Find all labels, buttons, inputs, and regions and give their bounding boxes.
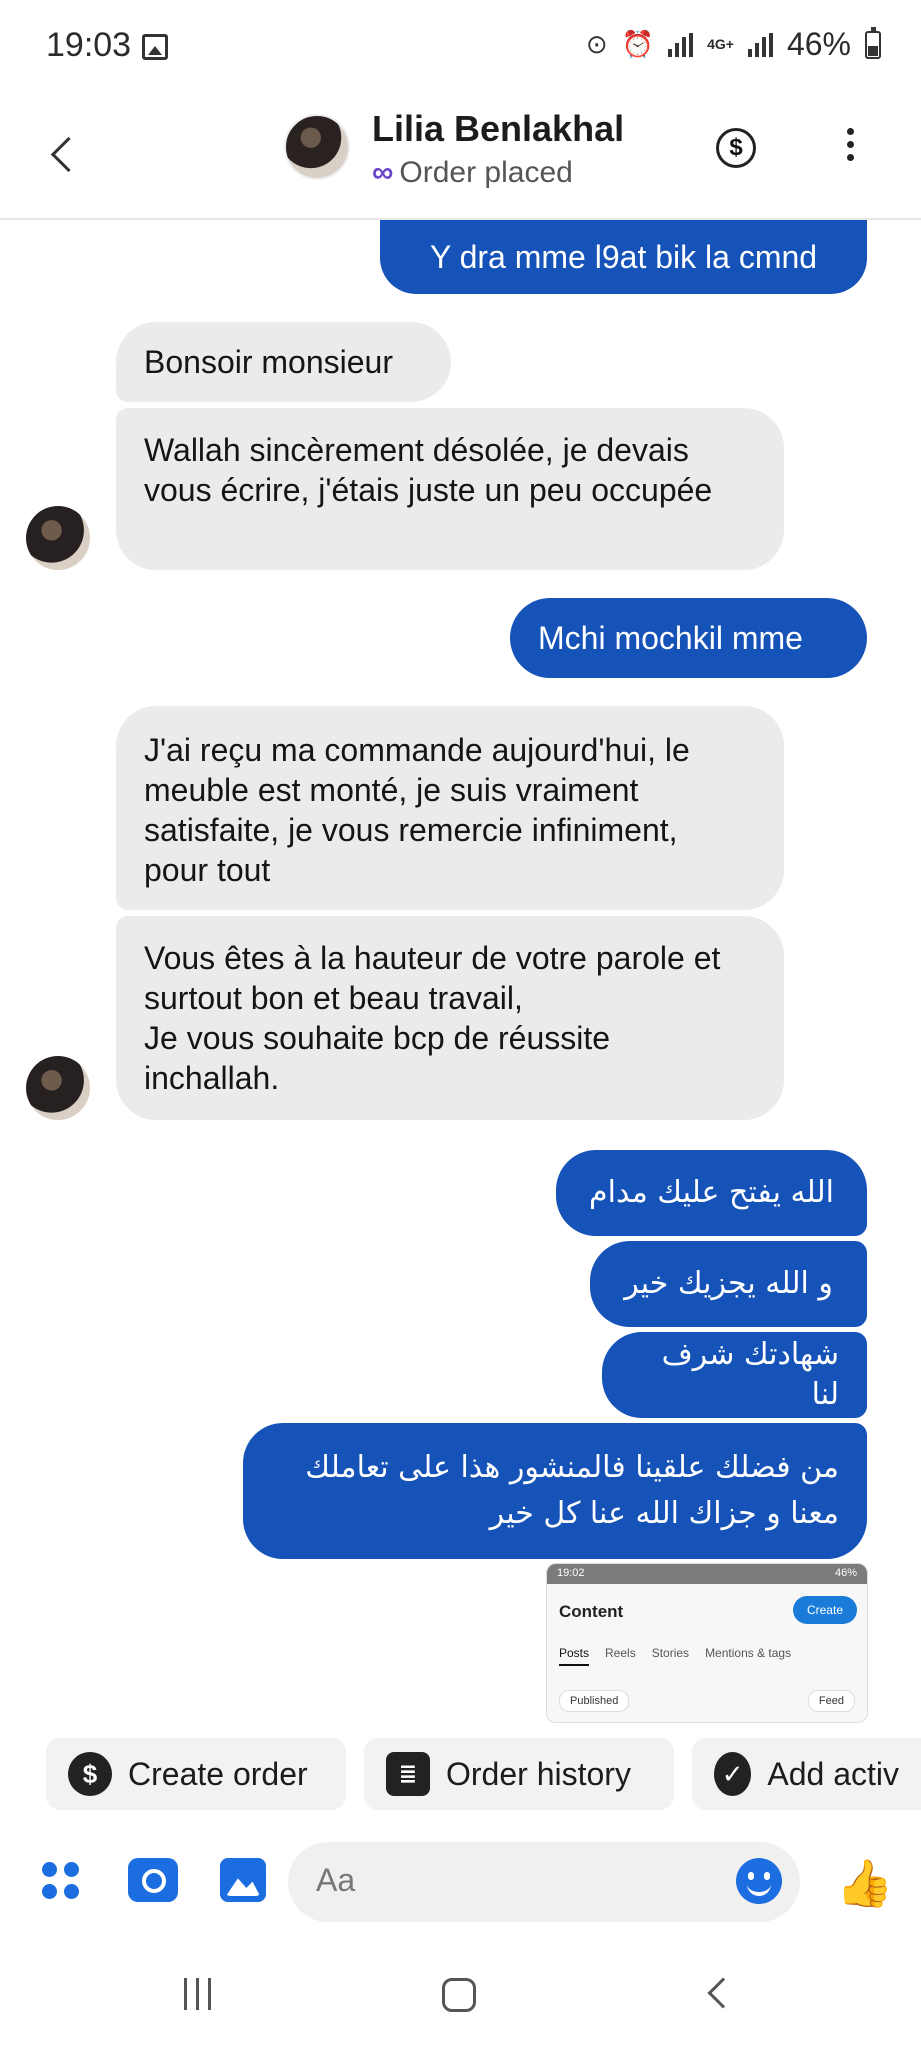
message-outgoing[interactable]: الله يفتح عليك مدام: [556, 1150, 867, 1236]
emoji-icon[interactable]: [736, 1858, 782, 1904]
signal-icon: [668, 32, 694, 57]
back-button[interactable]: [44, 126, 84, 186]
message-outgoing[interactable]: شهادتك شرف لنا: [602, 1332, 867, 1418]
camera-icon[interactable]: [128, 1858, 178, 1902]
battery-percent: 46%: [786, 26, 851, 62]
message-input[interactable]: Aa: [288, 1842, 800, 1922]
network-type: 4G+: [707, 36, 734, 52]
contact-subtitle: ∞ Order placed: [372, 156, 573, 190]
sender-avatar[interactable]: [26, 1056, 90, 1120]
lock-icon: ⊙: [585, 29, 608, 59]
thumb-title: Content: [559, 1602, 624, 1621]
dollar-icon[interactable]: $: [716, 128, 756, 168]
thumb-tab: Mentions & tags: [705, 1646, 792, 1660]
create-order-label: Create order: [128, 1755, 308, 1792]
sender-avatar[interactable]: [26, 506, 90, 570]
message-incoming[interactable]: Wallah sincèrement désolée, je devais vo…: [116, 408, 784, 570]
thumb-create-button: Create: [792, 1596, 857, 1624]
thumb-tab: Posts: [559, 1646, 590, 1666]
thumb-tab: Stories: [651, 1646, 690, 1660]
status-bar: 19:03 ⊙ ⏰ 4G+ 46%: [0, 0, 921, 92]
order-history-button[interactable]: ≣ Order history: [364, 1738, 674, 1810]
dollar-icon: $: [68, 1752, 112, 1796]
message-composer: Aa 👍: [0, 1830, 921, 1940]
message-outgoing[interactable]: و الله يجزيك خير: [590, 1241, 867, 1327]
message-incoming[interactable]: Bonsoir monsieur: [116, 322, 451, 402]
thumb-tabs: Posts Reels Stories Mentions & tags: [559, 1646, 791, 1666]
contact-name[interactable]: Lilia Benlakhal: [372, 108, 624, 150]
avatar[interactable]: [284, 114, 350, 180]
signal-icon-2: [747, 32, 773, 57]
order-history-label: Order history: [446, 1755, 631, 1792]
gallery-icon[interactable]: [220, 1858, 266, 1902]
thumbs-up-icon[interactable]: 👍: [836, 1856, 893, 1911]
status-indicators: ⊙ ⏰ 4G+ 46%: [586, 26, 881, 63]
message-outgoing[interactable]: Mchi mochkil mme: [510, 598, 867, 678]
status-time: 19:03: [46, 26, 132, 64]
thumb-status-time: 19:02: [557, 1567, 585, 1579]
thumb-status-battery: 46%: [834, 1567, 857, 1579]
order-status-label: Order placed: [399, 156, 573, 189]
more-options-icon[interactable]: [840, 128, 860, 172]
nav-back-icon[interactable]: [707, 1977, 739, 2009]
check-circle-icon: ✓: [714, 1752, 752, 1796]
meta-infinity-icon: ∞: [372, 156, 394, 189]
message-incoming[interactable]: J'ai reçu ma commande aujourd'hui, le me…: [116, 706, 784, 910]
message-input-placeholder: Aa: [316, 1862, 356, 1898]
thumb-tab: Reels: [605, 1646, 636, 1660]
create-order-button[interactable]: $ Create order: [46, 1738, 346, 1810]
thumb-filter-chip: Published: [559, 1690, 630, 1712]
home-icon[interactable]: [442, 1978, 476, 2012]
battery-icon: [865, 26, 881, 59]
alarm-icon: ⏰: [621, 29, 655, 59]
order-history-icon: ≣: [386, 1752, 430, 1796]
gallery-notification-icon: [142, 34, 168, 60]
recent-apps-icon[interactable]: [184, 1978, 211, 2010]
add-activity-button[interactable]: ✓ Add activ: [692, 1738, 921, 1810]
thumb-feed-chip: Feed: [807, 1690, 855, 1712]
system-nav-bar: [0, 1948, 921, 2048]
chat-header: Lilia Benlakhal ∞ Order placed $: [0, 92, 921, 220]
thumb-status-bar: 19:02 46%: [547, 1564, 867, 1584]
apps-grid-icon[interactable]: [42, 1862, 82, 1902]
message-outgoing[interactable]: Y dra mme l9at bik la cmnd: [380, 220, 867, 294]
message-incoming[interactable]: Vous êtes à la hauteur de votre parole e…: [116, 916, 784, 1120]
message-outgoing[interactable]: من فضلك علقينا فالمنشور هذا على تعاملك م…: [243, 1423, 867, 1559]
add-activity-label: Add activ: [767, 1755, 899, 1792]
shared-screenshot-attachment[interactable]: 19:02 46% Content Create Posts Reels Sto…: [546, 1563, 868, 1723]
